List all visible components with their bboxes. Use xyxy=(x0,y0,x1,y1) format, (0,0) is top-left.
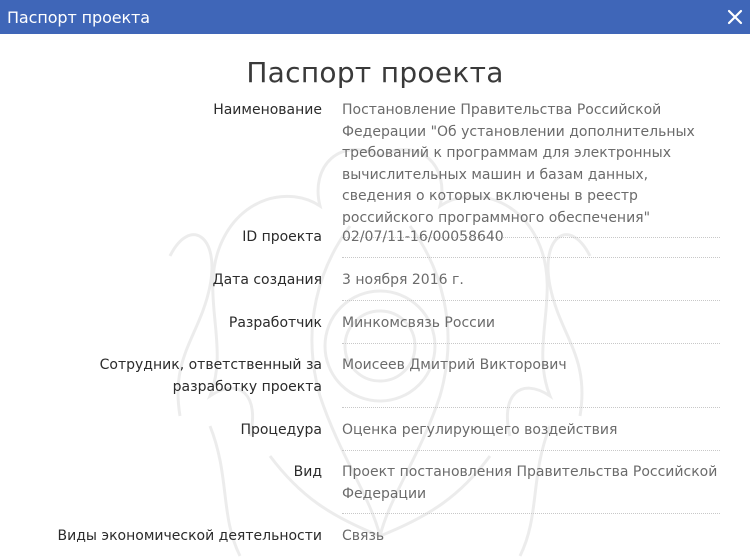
field-value: Связь xyxy=(342,528,385,544)
field-label: Вид xyxy=(293,464,322,480)
field-label: Разработчик xyxy=(228,315,322,331)
field-value: Моисеев Дмитрий Викторович xyxy=(342,355,720,408)
field-value: Проект постановления Правительства Росси… xyxy=(342,462,720,514)
field-label: Дата создания xyxy=(212,272,322,288)
field-label: Наименование xyxy=(213,102,322,118)
field-value: Постановление Правительства Российской Ф… xyxy=(342,100,720,238)
field-value: 02/07/11-16/00058640 xyxy=(342,227,720,258)
field-value: Оценка регулирующего воздействия xyxy=(342,420,720,451)
field-label: Сотрудник, ответственный за разработку п… xyxy=(99,357,322,395)
window-titlebar: Паспорт проекта xyxy=(0,0,750,34)
page-title: Паспорт проекта xyxy=(246,56,504,89)
field-value: Минкомсвязь России xyxy=(342,313,720,344)
field-label: Процедура xyxy=(240,422,322,438)
window-title: Паспорт проекта xyxy=(7,8,150,27)
field-value: 3 ноября 2016 г. xyxy=(342,270,720,301)
field-label: Виды экономической деятельности xyxy=(57,528,322,544)
close-icon[interactable] xyxy=(726,8,744,26)
field-label: ID проекта xyxy=(242,229,322,245)
project-passport-panel: Паспорт проекта Наименование Постановлен… xyxy=(0,34,750,557)
